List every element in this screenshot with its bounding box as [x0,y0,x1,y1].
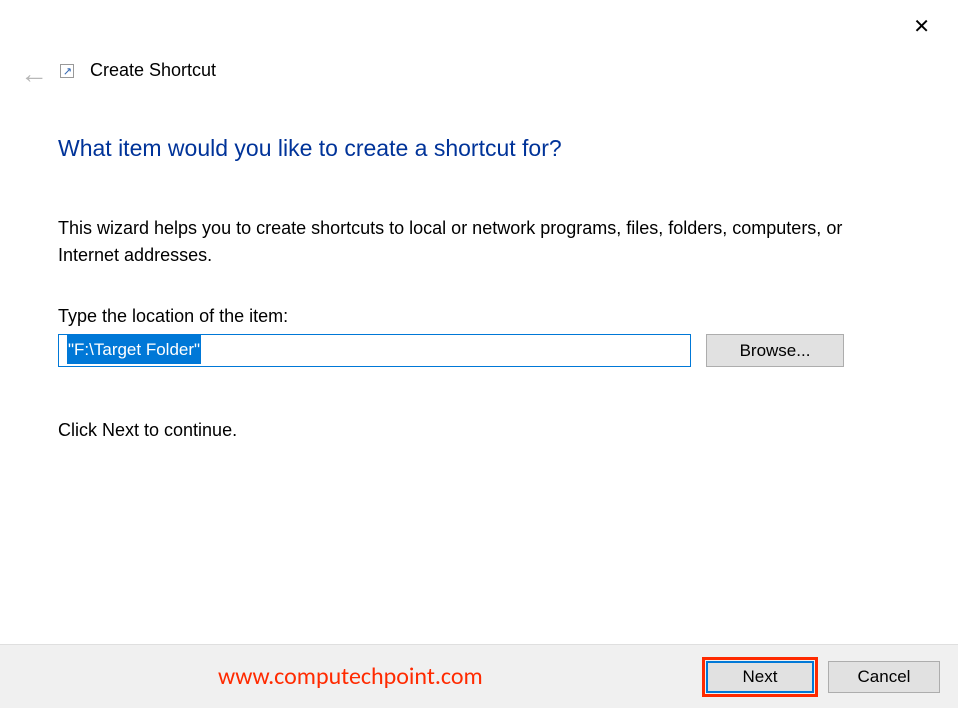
shortcut-icon [60,64,74,78]
close-icon[interactable]: ✕ [905,10,938,43]
continue-text: Click Next to continue. [58,420,237,441]
location-input[interactable]: "F:\Target Folder" [58,334,691,367]
location-input-value: "F:\Target Folder" [67,335,201,364]
next-button-highlight: Next [702,657,818,697]
main-heading: What item would you like to create a sho… [58,135,562,162]
watermark-text: www.computechpoint.com [218,662,483,691]
cancel-button[interactable]: Cancel [828,661,940,693]
helper-text: This wizard helps you to create shortcut… [58,215,878,269]
back-arrow-icon[interactable]: ← [20,60,48,88]
next-button[interactable]: Next [706,661,814,693]
location-input-label: Type the location of the item: [58,306,288,327]
page-title: Create Shortcut [90,60,216,81]
footer-bar: www.computechpoint.com Next Cancel [0,644,958,708]
browse-button[interactable]: Browse... [706,334,844,367]
